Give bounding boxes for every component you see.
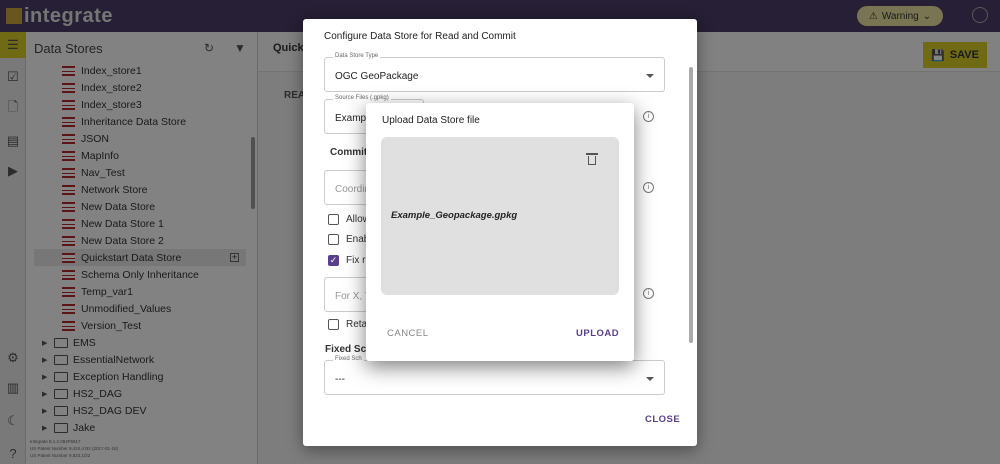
enable-checkbox[interactable] [328, 234, 339, 245]
fixed-schema-select[interactable]: Fixed Sch --- [324, 356, 665, 395]
fix-label: Fix ri [346, 255, 368, 266]
cancel-button[interactable]: CANCEL [387, 328, 429, 339]
upload-button[interactable]: UPLOAD [576, 328, 619, 339]
upload-dialog: Upload Data Store file Example_Geopackag… [366, 103, 634, 361]
retain-label: Reta [346, 319, 368, 330]
close-button[interactable]: CLOSE [645, 414, 680, 425]
dropdown-caret-icon [646, 377, 654, 381]
dropdown-caret-icon [646, 74, 654, 78]
field-value: --- [335, 374, 345, 385]
info-icon[interactable]: i [643, 111, 654, 122]
retain-checkbox[interactable] [328, 319, 339, 330]
allow-checkbox[interactable] [328, 214, 339, 225]
file-name: Example_Geopackage.gpkg [391, 210, 518, 221]
data-store-type-select[interactable]: Data Store Type OGC GeoPackage [324, 53, 665, 92]
info-icon[interactable]: i [643, 182, 654, 193]
field-label: Fixed Sch [333, 356, 364, 362]
file-drop-zone[interactable]: Example_Geopackage.gpkg [381, 137, 619, 295]
field-value: Exampl [335, 113, 369, 124]
configure-dialog-title: Configure Data Store for Read and Commit [324, 31, 516, 42]
upload-dialog-title: Upload Data Store file [382, 115, 480, 126]
field-label: Source Files (.gpkg) [333, 95, 391, 101]
field-value: OGC GeoPackage [335, 71, 419, 82]
field-placeholder: Coordin [335, 184, 371, 195]
fix-checkbox[interactable]: ✓ [328, 255, 339, 266]
commit-heading: Commit [330, 147, 368, 158]
delete-icon[interactable] [586, 153, 598, 165]
dialog-scrollbar[interactable] [689, 67, 693, 343]
info-icon[interactable]: i [643, 288, 654, 299]
field-label: Data Store Type [333, 53, 381, 59]
